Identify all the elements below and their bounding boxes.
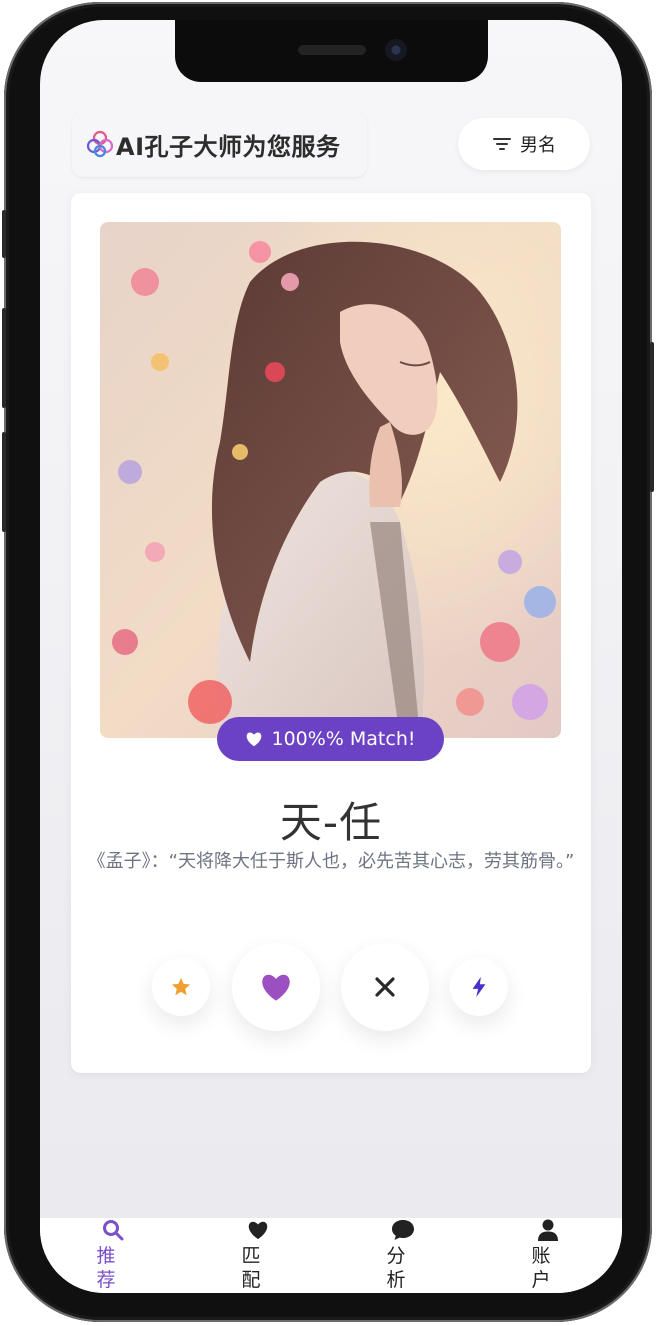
- like-button[interactable]: [232, 943, 320, 1031]
- speaker-grille: [298, 45, 366, 55]
- suggested-name: 天-任: [279, 798, 383, 847]
- star-icon: [171, 977, 191, 996]
- heart-icon: [262, 974, 290, 1001]
- super-like-button[interactable]: [152, 958, 210, 1016]
- tab-label: 推荐: [96, 1245, 116, 1291]
- heart-icon: [247, 732, 262, 747]
- filter-label: 男名: [520, 135, 556, 156]
- tab-label: 账户: [531, 1245, 551, 1291]
- dislike-button[interactable]: [341, 943, 429, 1031]
- flower-logo-icon: [86, 130, 114, 158]
- phone-side-button: [2, 308, 6, 408]
- portrait-image: [100, 222, 561, 738]
- tab-label: 匹配: [241, 1245, 261, 1291]
- tab-match[interactable]: 匹配: [188, 1218, 328, 1292]
- front-camera: [385, 39, 407, 61]
- phone-side-button: [2, 432, 6, 532]
- gender-filter-button[interactable]: 男名: [458, 118, 590, 170]
- name-card: 100%% Match! 天-任 《孟子》：“天将降大任于斯人也，必先苦其心志，…: [71, 193, 591, 1073]
- boost-button[interactable]: [450, 958, 508, 1016]
- lightning-icon: [472, 976, 486, 998]
- close-icon: [375, 977, 395, 997]
- app-screen: AI孔子大师为您服务 男名 100%% Match! 天-任 《孟子》：“天将降…: [40, 20, 622, 1293]
- tab-account[interactable]: 账户: [478, 1218, 618, 1292]
- name-source-quote: 《孟子》：“天将降大任于斯人也，必先苦其心志，劳其筋骨。”: [87, 851, 575, 872]
- tab-label: 分析: [386, 1245, 406, 1291]
- phone-side-button: [2, 210, 6, 258]
- heart-icon: [248, 1221, 268, 1240]
- bottom-tab-bar: 推荐 匹配 分析 账户: [40, 1218, 622, 1293]
- portrait-illustration: [100, 222, 561, 738]
- filter-icon: [493, 138, 511, 150]
- match-badge: 100%% Match!: [217, 717, 444, 761]
- app-title-pill: AI孔子大师为您服务: [72, 111, 367, 177]
- phone-frame: AI孔子大师为您服务 男名 100%% Match! 天-任 《孟子》：“天将降…: [2, 2, 654, 1322]
- app-title: AI孔子大师为您服务: [116, 132, 341, 161]
- phone-side-button: [650, 342, 654, 492]
- match-label: 100%% Match!: [271, 728, 416, 750]
- tab-analysis[interactable]: 分析: [333, 1218, 473, 1292]
- notch: [175, 20, 488, 82]
- chat-bubble-icon: [392, 1220, 414, 1240]
- search-icon: [103, 1220, 124, 1241]
- tab-recommend[interactable]: 推荐: [43, 1218, 183, 1292]
- user-icon: [538, 1219, 558, 1241]
